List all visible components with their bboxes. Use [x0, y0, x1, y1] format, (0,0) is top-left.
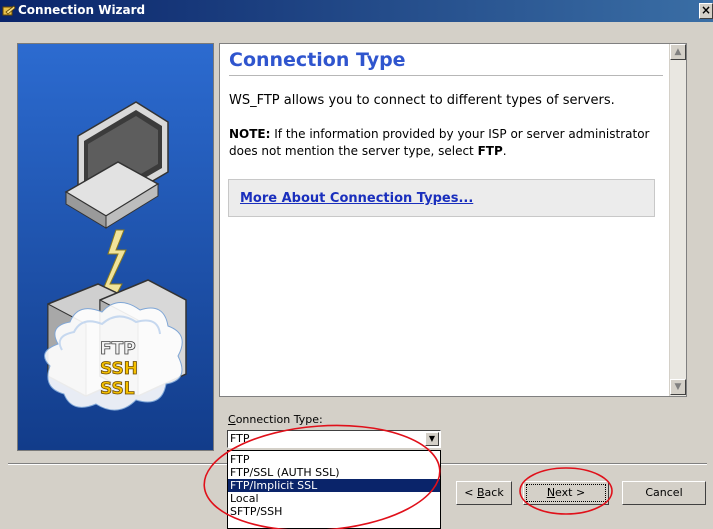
- note-text: NOTE: If the information provided by you…: [229, 126, 669, 160]
- art-label-ssh: SSH: [100, 359, 138, 379]
- connection-wizard-window: Connection Wizard × FTP SSH SSL Connecti…: [0, 0, 713, 529]
- back-rest: ack: [484, 486, 504, 499]
- scroll-down-icon: ▼: [674, 382, 682, 392]
- wizard-illustration: FTP SSH SSL: [17, 43, 214, 451]
- note-end: .: [502, 144, 507, 158]
- chevron-down-icon: ▼: [428, 434, 436, 443]
- heading-divider: [229, 75, 663, 76]
- note-label: NOTE:: [229, 127, 271, 141]
- dropdown-option-sftp-ssh[interactable]: SFTP/SSH: [228, 505, 440, 518]
- scroll-down-button[interactable]: ▼: [670, 379, 686, 395]
- cancel-button[interactable]: Cancel: [622, 481, 706, 505]
- vertical-scrollbar[interactable]: ▲ ▼: [669, 44, 686, 396]
- next-rest: ext >: [555, 486, 586, 499]
- more-info-box: More About Connection Types...: [228, 179, 655, 217]
- art-label-ftp: FTP: [100, 339, 136, 359]
- close-button[interactable]: ×: [699, 3, 713, 19]
- page-heading: Connection Type: [229, 49, 406, 71]
- more-about-link[interactable]: More About Connection Types...: [240, 191, 473, 206]
- label-accelerator: C: [228, 413, 236, 426]
- back-prefix: <: [464, 486, 477, 499]
- dropdown-arrow-button[interactable]: ▼: [425, 432, 439, 446]
- art-label-ssl: SSL: [100, 379, 135, 399]
- selected-connection-type: FTP: [230, 432, 250, 445]
- scroll-up-icon: ▲: [674, 47, 682, 57]
- back-accelerator: B: [477, 486, 485, 499]
- dropdown-option-ftp-ssl-auth[interactable]: FTP/SSL (AUTH SSL): [228, 466, 440, 479]
- connection-type-dropdown-list[interactable]: FTP FTP/SSL (AUTH SSL) FTP/Implicit SSL …: [227, 450, 441, 529]
- next-button[interactable]: Next >: [523, 481, 609, 505]
- label-rest: onnection Type:: [235, 413, 323, 426]
- wizard-app-icon: [2, 5, 16, 16]
- note-emphasis: FTP: [477, 144, 503, 158]
- dropdown-option-ftp[interactable]: FTP: [228, 453, 440, 466]
- connection-type-label: Connection Type:: [228, 413, 323, 426]
- network-illustration: FTP SSH SSL: [18, 44, 213, 450]
- description-text: WS_FTP allows you to connect to differen…: [229, 93, 615, 108]
- note-body: If the information provided by your ISP …: [229, 127, 650, 158]
- close-icon: ×: [700, 3, 712, 17]
- next-accelerator: N: [546, 486, 556, 499]
- window-title: Connection Wizard: [18, 3, 146, 17]
- dropdown-option-ftp-implicit-ssl[interactable]: FTP/Implicit SSL: [228, 479, 440, 492]
- back-button[interactable]: < Back: [456, 481, 512, 505]
- content-panel: Connection Type WS_FTP allows you to con…: [219, 43, 687, 397]
- scroll-up-button[interactable]: ▲: [670, 44, 686, 60]
- title-bar[interactable]: Connection Wizard ×: [0, 0, 713, 22]
- connection-type-select[interactable]: FTP ▼: [227, 430, 441, 448]
- dropdown-option-local[interactable]: Local: [228, 492, 440, 505]
